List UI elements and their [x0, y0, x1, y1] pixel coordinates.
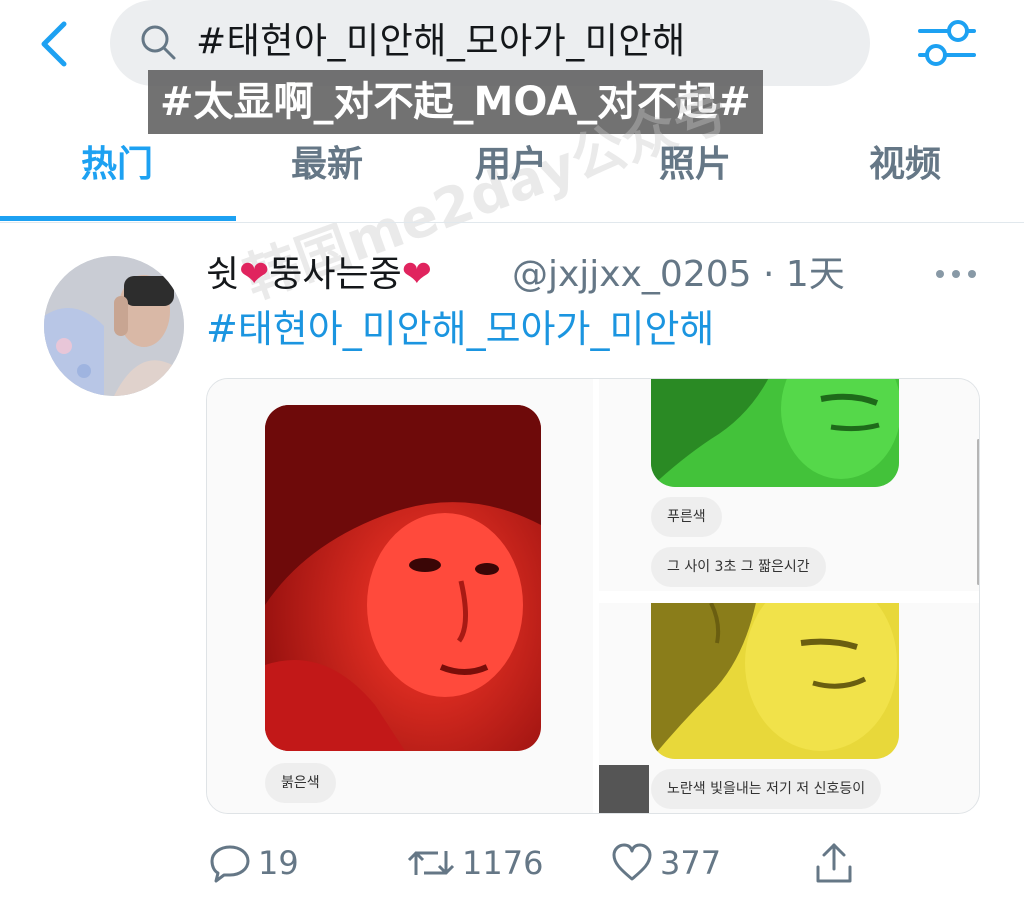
caption-chip: 붉은색 — [265, 763, 336, 803]
tweet-hashtag[interactable]: #태현아_미안해_모아가_미안해 — [206, 304, 714, 354]
share-icon — [816, 843, 852, 883]
like-count: 377 — [660, 844, 722, 882]
tab-hot[interactable]: 热门 — [58, 138, 176, 192]
active-tab-indicator — [0, 216, 236, 221]
media-image-left[interactable]: 붉은색 — [207, 379, 593, 813]
retweet-button[interactable]: 1176 — [406, 836, 543, 886]
more-options-button[interactable] — [934, 262, 978, 286]
search-icon — [138, 22, 178, 62]
share-button[interactable] — [812, 836, 856, 886]
media-image-top-right[interactable]: 푸른색 그 사이 3초 그 짧은시간 — [599, 379, 979, 591]
media-divider — [599, 591, 979, 603]
tab-divider — [0, 222, 1024, 223]
tab-videos[interactable]: 视频 — [846, 138, 964, 192]
reply-bubble-icon — [210, 845, 250, 883]
scrollbar — [977, 439, 979, 585]
like-button[interactable]: 377 — [610, 836, 721, 886]
display-name-middle: 뚱사는중 — [269, 254, 402, 295]
tab-photos[interactable]: 照片 — [636, 138, 754, 192]
heart-emoji-icon: ❤ — [239, 254, 270, 295]
retweet-icon — [407, 851, 455, 875]
back-button[interactable] — [34, 20, 78, 68]
caption-chip: 그 사이 3초 그 짧은시간 — [651, 547, 826, 587]
heart-emoji-icon: ❤ — [401, 254, 432, 295]
more-dots-icon — [936, 270, 976, 278]
user-handle-timestamp: @jxjjxx_0205 · 1天 — [512, 254, 845, 295]
tab-latest[interactable]: 最新 — [268, 138, 386, 192]
tweet-media-grid[interactable]: 붉은색 푸른색 그 사이 3초 그 짧은시간 노란색 빛을내는 저기 저 신호등… — [206, 378, 980, 814]
retweet-count: 1176 — [462, 844, 544, 882]
subtitle-caption: #太显啊_对不起_MOA_对不起# — [148, 70, 763, 134]
reply-count: 19 — [258, 844, 299, 882]
search-filter-button[interactable] — [914, 14, 980, 72]
chevron-left-icon — [41, 21, 67, 67]
avatar[interactable] — [44, 256, 184, 396]
display-name-prefix: 쉿 — [206, 254, 240, 295]
caption-chip: 푸른색 — [651, 497, 722, 537]
display-name[interactable]: 쉿❤뚱사는중❤ — [206, 250, 432, 300]
red-face-photo — [265, 405, 541, 751]
dark-thumbnail — [599, 765, 649, 813]
sliders-icon — [918, 20, 976, 66]
green-face-photo — [651, 379, 899, 487]
media-image-bottom-right[interactable]: 노란색 빛을내는 저기 저 신호등이 — [599, 603, 979, 813]
reply-button[interactable]: 19 — [208, 836, 299, 886]
yellow-face-photo — [651, 603, 899, 759]
tab-users[interactable]: 用户 — [452, 138, 570, 192]
search-query-text[interactable]: #태현아_미안해_모아가_미안해 — [196, 18, 686, 66]
caption-chip: 노란색 빛을내는 저기 저 신호등이 — [651, 769, 882, 809]
heart-icon — [612, 843, 652, 881]
